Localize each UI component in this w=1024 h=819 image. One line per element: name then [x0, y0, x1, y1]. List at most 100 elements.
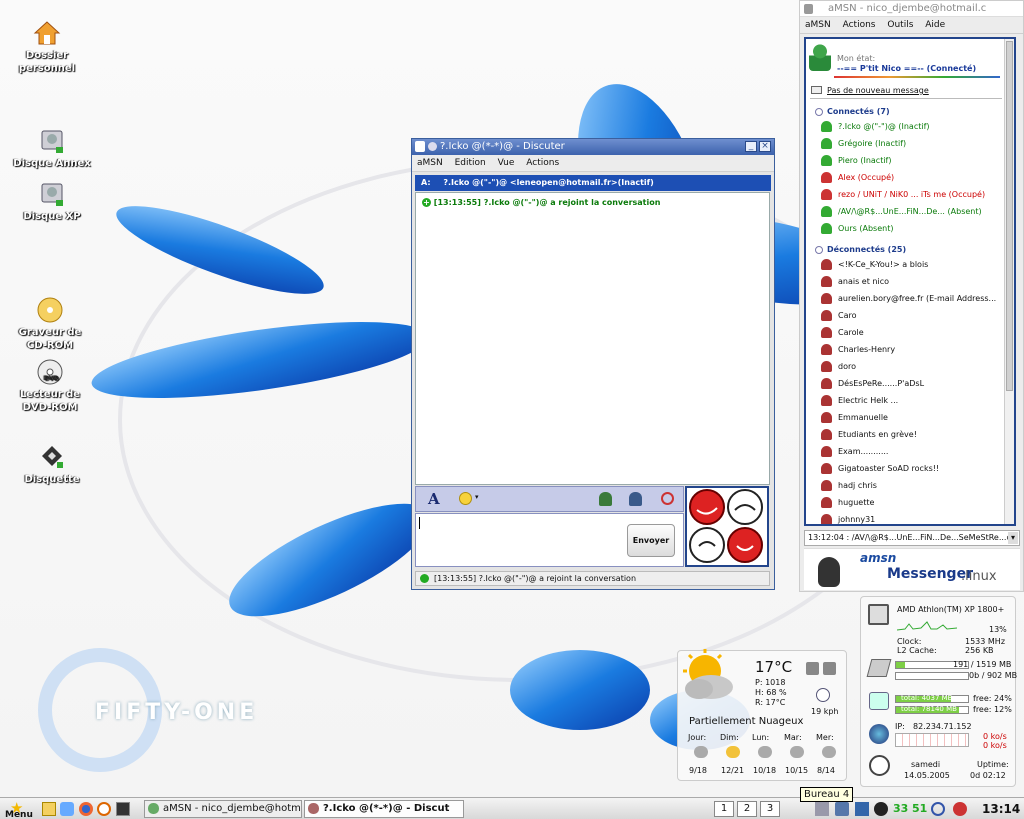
group-offline[interactable]: Déconnectés (25) [815, 245, 1014, 254]
formatting-toolbar: A ▾ [415, 486, 684, 512]
message-input[interactable]: Envoyer [415, 513, 684, 567]
desktop-tooltip: Bureau 4 [800, 787, 854, 802]
contact-offline[interactable]: Caro [806, 307, 1014, 324]
contact-offline[interactable]: Emmanuelle [806, 409, 1014, 426]
chat-title-bar[interactable]: ?.Icko @(*-*)@ - Discuter _ × [412, 139, 774, 155]
contact-offline[interactable]: Electric Helk ... [806, 392, 1014, 409]
desktop-2-button[interactable]: 2 [737, 801, 757, 817]
contact-online[interactable]: Piero (Inactif) [806, 152, 1014, 169]
window-menu-icon[interactable] [804, 4, 813, 14]
task-chat[interactable]: ?.Icko @(*-*)@ - Discut [304, 800, 464, 818]
desktop-3-button[interactable]: 3 [760, 801, 780, 817]
settings-icon[interactable] [806, 662, 819, 675]
desktop-icon-cd-burner[interactable]: Graveur de CD-ROM [10, 297, 90, 352]
contact-offline[interactable]: Carole [806, 324, 1014, 341]
desktop-icon-home[interactable]: Dossier personnel [7, 20, 87, 75]
desktop-icon-floppy[interactable]: Disquette [12, 444, 92, 486]
contact-offline[interactable]: hadj chris [806, 477, 1014, 494]
amsn-status-line[interactable]: 13:12:04 : /AV/\@R$...UnE...FiN...De...S… [804, 530, 1020, 546]
amsn-window[interactable]: aMSN - nico_djembe@hotmail.c aMSN Action… [799, 0, 1024, 592]
menu-actions[interactable]: Actions [526, 158, 559, 168]
menu-amsn[interactable]: aMSN [805, 20, 831, 30]
chevron-down-icon[interactable]: ▾ [1008, 532, 1018, 544]
conversation-area[interactable]: + [13:13:55] ?.Icko @("-")@ a rejoint la… [415, 192, 770, 485]
ip-value: 82.234.71.152 [913, 722, 972, 731]
send-file-icon[interactable] [629, 492, 642, 506]
contact-offline[interactable]: Charles-Henry [806, 341, 1014, 358]
menu-outils[interactable]: Outils [887, 20, 913, 30]
disk1-free: free: 24% [973, 694, 1012, 703]
desktop-icon-disque-annex[interactable]: Disque Annex [12, 128, 92, 170]
menu-vue[interactable]: Vue [498, 158, 515, 168]
amsn-title-bar[interactable]: aMSN - nico_djembe@hotmail.c [800, 1, 1023, 17]
menu-edition[interactable]: Edition [455, 158, 486, 168]
network-tray-icon[interactable] [815, 802, 829, 816]
volume-icon[interactable] [835, 802, 849, 816]
memory-icon [866, 659, 892, 677]
contact-offline[interactable]: Exam........... [806, 443, 1014, 460]
contact-offline[interactable]: DésEsPeRe......P'aDsL [806, 375, 1014, 392]
contact-online[interactable]: Alex (Occupé) [806, 169, 1014, 186]
file-manager-icon[interactable] [60, 802, 74, 816]
contact-offline[interactable]: doro [806, 358, 1014, 375]
menu-button[interactable]: ★ Menu [0, 798, 36, 819]
display-pictures[interactable] [685, 486, 769, 567]
my-status-area[interactable]: Mon état: --== P'tit Nico ==-- (Connecté… [806, 39, 1014, 83]
contact-online[interactable]: Ours (Absent) [806, 220, 1014, 237]
contact-offline[interactable]: anais et nico [806, 273, 1014, 290]
group-online[interactable]: Connectés (7) [815, 107, 1014, 116]
contact-online[interactable]: /AV/\@R$...UnE...FiN...De... (Absent) [806, 203, 1014, 220]
invite-icon[interactable] [599, 492, 612, 506]
contact-name: hadj chris [838, 481, 877, 490]
browser-icon[interactable] [97, 802, 111, 816]
close-button[interactable]: × [759, 141, 771, 152]
uptime-label: Uptime: [977, 760, 1009, 769]
contact-offline[interactable]: Gigatoaster SoAD rocks!! [806, 460, 1014, 477]
offline-contact-icon [821, 361, 832, 372]
sticky-icon[interactable] [428, 142, 437, 151]
key-icon[interactable] [931, 802, 945, 816]
contact-offline[interactable]: <!K-Ce_K-You!> a blois [806, 256, 1014, 273]
block-icon[interactable] [661, 492, 674, 505]
desktop-icon-dvd[interactable]: DVD Lecteur de DVD-ROM [10, 359, 90, 414]
font-icon[interactable]: A [428, 490, 440, 508]
clock-value: 1533 MHz [965, 637, 1006, 646]
desktop-1-button[interactable]: 1 [714, 801, 734, 817]
smiley-icon[interactable] [459, 492, 472, 505]
cpu-usage: 13% [989, 625, 1007, 634]
my-display-name[interactable]: --== P'tit Nico ==-- (Connecté) [837, 64, 976, 73]
minimize-button[interactable]: _ [745, 141, 757, 152]
day-name: samedi [911, 760, 941, 769]
contact-offline[interactable]: johnny31 [806, 511, 1014, 524]
bomb-icon[interactable] [874, 802, 888, 816]
contact-offline[interactable]: aurelien.bory@free.fr (E-mail Address... [806, 290, 1014, 307]
tray-counter-2: 51 [912, 802, 928, 815]
terminal-icon[interactable] [116, 802, 130, 816]
chevron-down-icon[interactable]: ▾ [475, 493, 479, 501]
scrollbar-thumb[interactable] [1006, 41, 1013, 391]
contact-online[interactable]: Grégoire (Inactif) [806, 135, 1014, 152]
contact-list-panel[interactable]: Mon état: --== P'tit Nico ==-- (Connecté… [804, 37, 1016, 526]
task-amsn[interactable]: aMSN - nico_djembe@hotm [144, 800, 302, 818]
input-text [419, 517, 420, 529]
mail-tray-icon[interactable] [855, 802, 869, 816]
contact-online[interactable]: ?.Icko @("-")@ (Inactif) [806, 118, 1014, 135]
contact-offline[interactable]: huguette [806, 494, 1014, 511]
mail-row[interactable]: Pas de nouveau message [806, 83, 1014, 98]
menu-amsn[interactable]: aMSN [417, 158, 443, 168]
menu-actions[interactable]: Actions [843, 20, 876, 30]
desktop-icon-disque-xp[interactable]: Disque XP [12, 181, 92, 223]
taskbar-clock[interactable]: 13:14 [982, 802, 1020, 816]
contact-name: Ours (Absent) [838, 224, 894, 233]
power-icon[interactable] [953, 802, 967, 816]
send-button[interactable]: Envoyer [627, 524, 675, 557]
window-menu-icon[interactable] [415, 141, 425, 152]
chat-window[interactable]: ?.Icko @(*-*)@ - Discuter _ × aMSN Editi… [411, 138, 775, 590]
menu-aide[interactable]: Aide [925, 20, 945, 30]
refresh-icon[interactable] [823, 662, 836, 675]
contact-scrollbar[interactable] [1004, 39, 1014, 524]
show-desktop-icon[interactable] [42, 802, 56, 816]
firefox-icon[interactable] [79, 802, 93, 816]
contact-online[interactable]: rezo / UNiT / NiK0 ... iTs me (Occupé) [806, 186, 1014, 203]
contact-offline[interactable]: Etudiants en grève! [806, 426, 1014, 443]
